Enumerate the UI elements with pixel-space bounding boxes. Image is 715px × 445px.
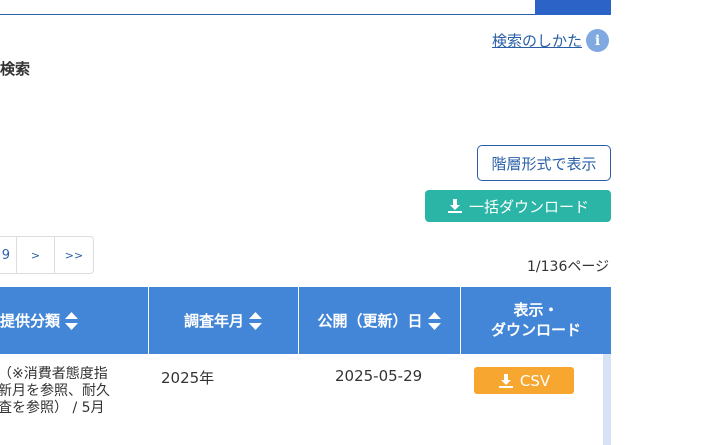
csv-download-label: CSV <box>519 371 551 390</box>
search-help-label: 検索のしかた <box>492 32 583 50</box>
category-cell: （※消費者態度指 新月を参照、耐久 査を参照） / 5月 <box>0 366 148 417</box>
column-header-published-date[interactable]: 公開（更新）日 <box>299 287 461 354</box>
table-header: 提供分類 調査年月 公開（更新）日 表示・ ダウンロード <box>0 287 611 354</box>
download-icon <box>498 373 513 388</box>
download-icon <box>447 199 462 213</box>
survey-month-cell: 2025年 <box>161 369 215 387</box>
column-header-survey-month[interactable]: 調査年月 <box>149 287 299 354</box>
hierarchy-view-button[interactable]: 階層形式で表示 <box>477 145 611 181</box>
bulk-download-label: 一括ダウンロード <box>468 197 589 216</box>
column-header-view-download: 表示・ ダウンロード <box>461 287 611 354</box>
category-cell-line: 新月を参照、耐久 <box>0 383 110 399</box>
pagination: 9 > >> <box>0 236 94 274</box>
sort-icon <box>427 311 441 330</box>
bulk-download-button[interactable]: 一括ダウンロード <box>425 190 611 222</box>
page-count: 1/136ページ <box>527 259 610 275</box>
table-scrollbar[interactable] <box>603 354 611 445</box>
search-input[interactable] <box>0 0 536 15</box>
search-help-link[interactable]: 検索のしかた i <box>492 29 610 52</box>
category-cell-line: （※消費者態度指 <box>0 366 108 382</box>
last-page-link[interactable]: >> <box>55 237 93 273</box>
column-header-download-label: ダウンロード <box>490 320 581 339</box>
page-9-link[interactable]: 9 <box>0 237 17 273</box>
search-submit-button[interactable] <box>535 0 611 15</box>
next-page-link[interactable]: > <box>17 237 55 273</box>
column-header-published-date-label: 公開（更新）日 <box>317 312 423 330</box>
sort-icon <box>249 311 262 330</box>
table-row: （※消費者態度指 新月を参照、耐久 査を参照） / 5月 2025年 2025-… <box>0 354 611 445</box>
info-icon: i <box>586 29 610 52</box>
category-cell-line: 査を参照） / 5月 <box>0 400 105 416</box>
column-header-survey-month-label: 調査年月 <box>183 312 244 330</box>
csv-download-button[interactable]: CSV <box>474 367 574 394</box>
column-header-category[interactable]: 提供分類 <box>0 287 149 354</box>
column-header-view-label: 表示・ <box>513 301 559 320</box>
column-header-category-label: 提供分類 <box>0 312 61 330</box>
published-date-cell: 2025-05-29 <box>335 367 423 385</box>
section-title: 検索 <box>0 60 31 78</box>
sort-icon <box>65 311 79 330</box>
